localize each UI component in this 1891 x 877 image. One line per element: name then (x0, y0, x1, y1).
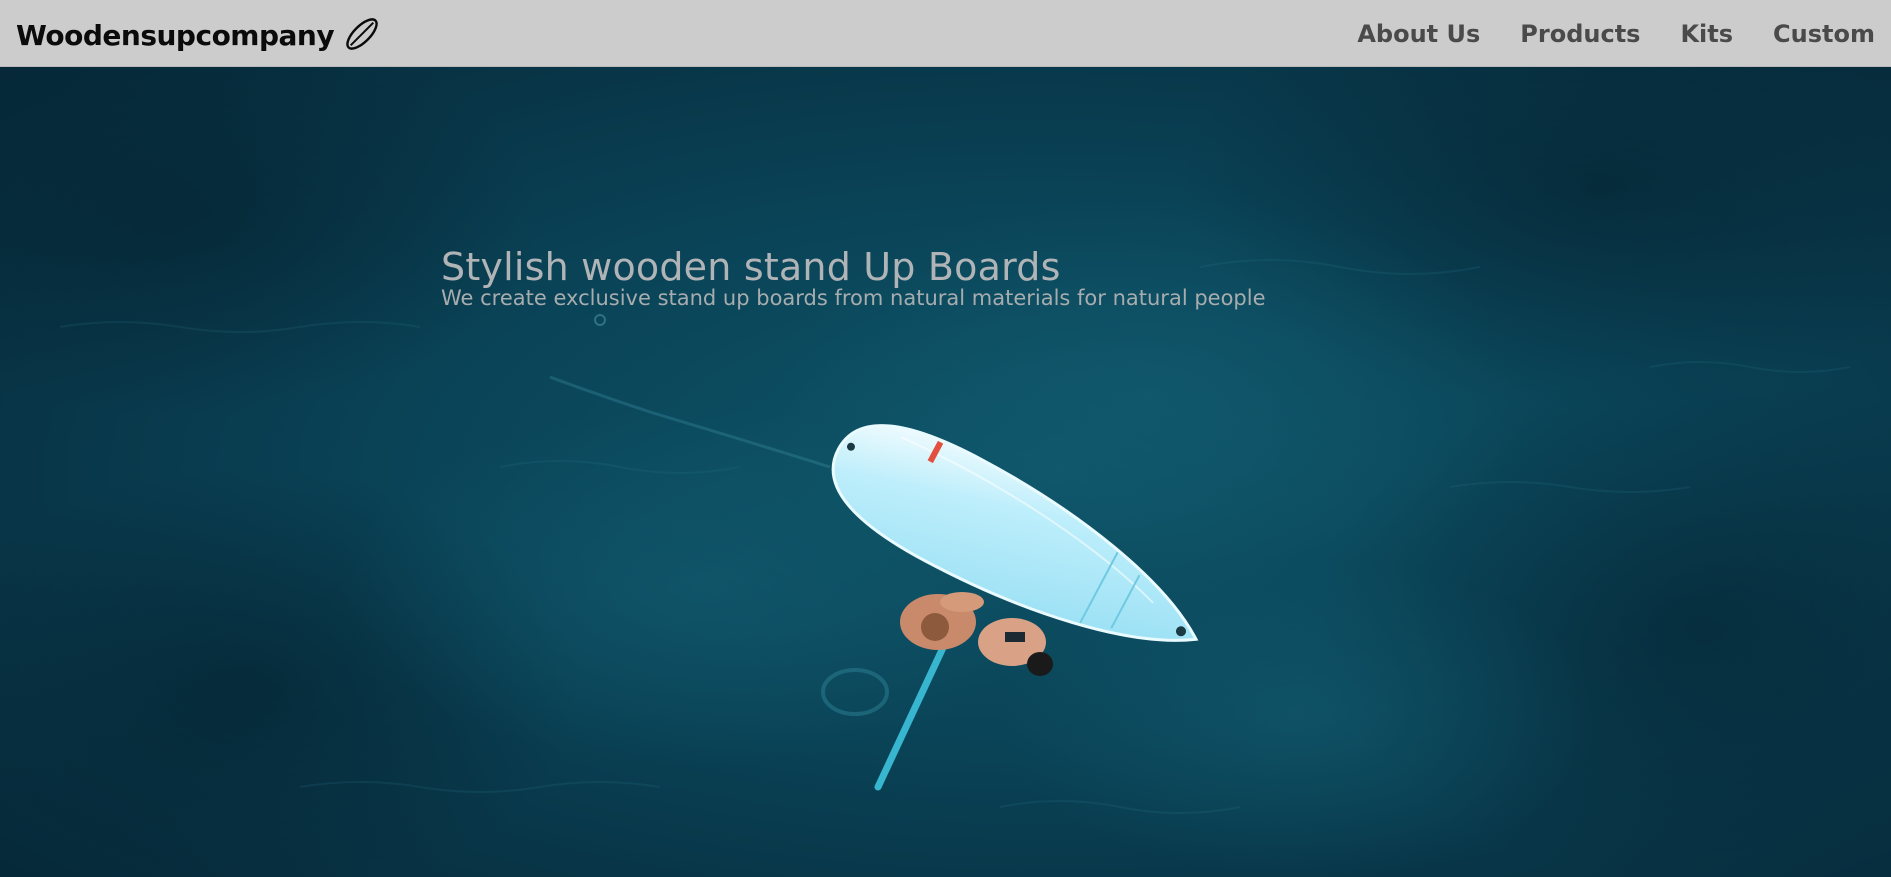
brand-name: Woodensupcompany (16, 18, 335, 52)
brand-logo-link[interactable]: Woodensupcompany (16, 17, 382, 54)
hero-section: Stylish wooden stand Up Boards We create… (0, 67, 1891, 877)
main-nav: About Us Products Kits Custom (1357, 0, 1875, 67)
page: Woodensupcompany About Us Products Kits … (0, 0, 1891, 877)
hero-subtitle: We create exclusive stand up boards from… (441, 286, 1266, 310)
hero-background-image (0, 67, 1891, 877)
nav-kits[interactable]: Kits (1680, 20, 1733, 48)
surfboard-icon (346, 18, 378, 50)
hero-text-block: Stylish wooden stand Up Boards We create… (441, 244, 1441, 312)
nav-custom[interactable]: Custom (1773, 20, 1875, 48)
nav-about-us[interactable]: About Us (1357, 20, 1480, 48)
top-navbar: Woodensupcompany About Us Products Kits … (0, 0, 1891, 67)
nav-products[interactable]: Products (1520, 20, 1640, 48)
